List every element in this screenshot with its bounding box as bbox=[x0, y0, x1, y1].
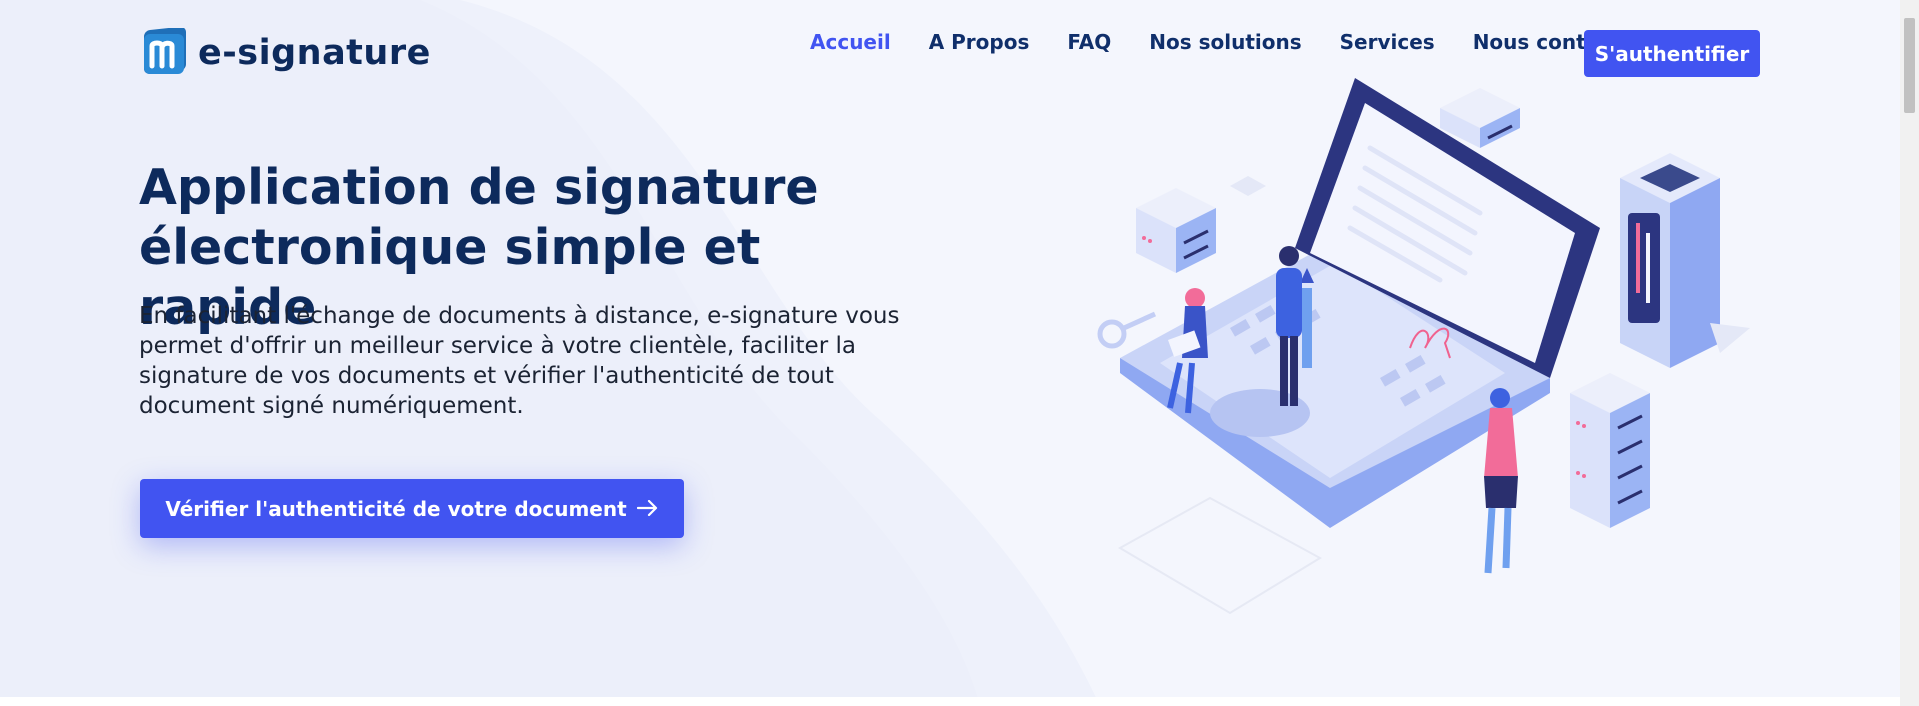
hero-description: En facilitant l'échange de documents à d… bbox=[139, 303, 900, 419]
logo[interactable]: e-signature bbox=[140, 28, 431, 78]
main-nav: Accueil A Propos FAQ Nos solutions Servi… bbox=[810, 30, 1682, 54]
nav-services[interactable]: Services bbox=[1340, 30, 1435, 54]
login-button[interactable]: S'authentifier bbox=[1584, 30, 1760, 77]
nav-a-propos[interactable]: A Propos bbox=[929, 30, 1030, 54]
verify-document-label: Vérifier l'authenticité de votre documen… bbox=[165, 496, 627, 521]
hero-illustration bbox=[1097, 78, 1750, 615]
verify-document-button[interactable]: Vérifier l'authenticité de votre documen… bbox=[140, 479, 684, 538]
nav-nos-solutions[interactable]: Nos solutions bbox=[1149, 30, 1301, 54]
page-scrollbar[interactable] bbox=[1900, 0, 1919, 706]
arrow-right-icon bbox=[636, 497, 659, 521]
nav-faq[interactable]: FAQ bbox=[1067, 30, 1111, 54]
section-divider bbox=[0, 697, 1900, 706]
brand-name: e-signature bbox=[198, 33, 431, 73]
logo-icon bbox=[144, 28, 186, 74]
nav-accueil[interactable]: Accueil bbox=[810, 30, 891, 54]
scrollbar-thumb[interactable] bbox=[1904, 18, 1915, 113]
page: e-signature Accueil A Propos FAQ Nos sol… bbox=[0, 0, 1900, 706]
